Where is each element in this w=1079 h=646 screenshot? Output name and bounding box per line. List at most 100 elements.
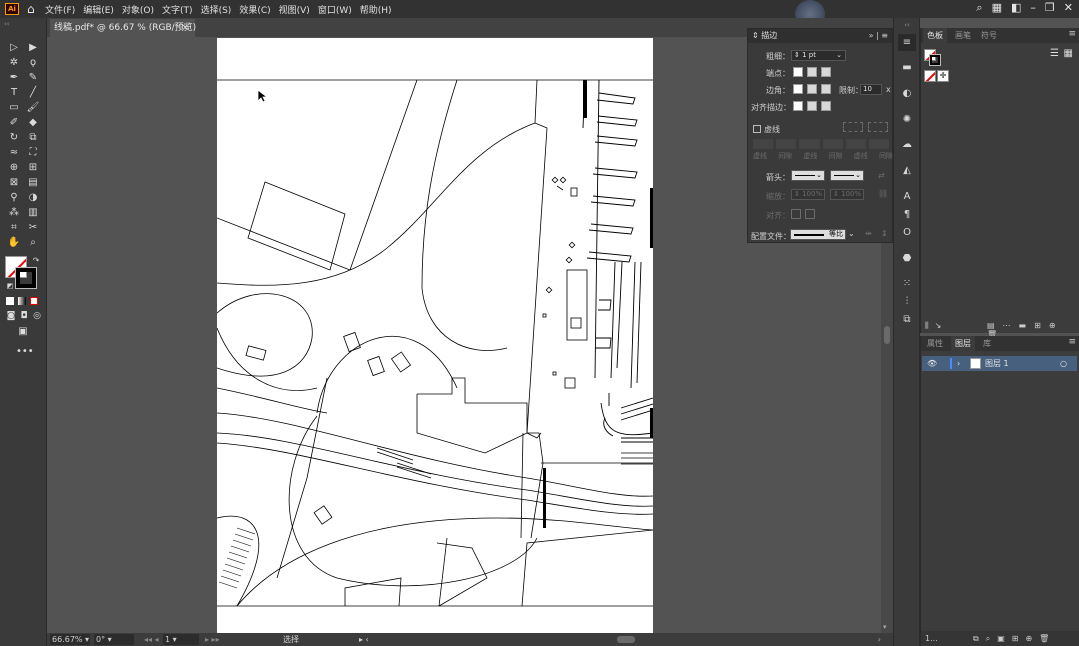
swatches-menu-icon[interactable]: ≡: [1068, 29, 1076, 39]
horizontal-scroll-thumb[interactable]: [617, 636, 635, 643]
bevel-join-button[interactable]: [821, 84, 831, 94]
swap-arrowheads-icon[interactable]: ⇄: [878, 171, 885, 180]
gap-field[interactable]: [776, 139, 797, 149]
status-menu-icon[interactable]: ▸ ‹: [359, 633, 369, 646]
page-field[interactable]: 1 ▾: [163, 634, 199, 645]
tab-libraries[interactable]: 库: [979, 336, 995, 351]
dash-field[interactable]: [799, 139, 820, 149]
opentype-icon[interactable]: O: [900, 227, 914, 239]
menu-object[interactable]: 对象(O): [118, 3, 158, 16]
perspective-grid-tool-icon[interactable]: ⊞: [26, 161, 40, 174]
limit-input[interactable]: 10: [860, 84, 882, 95]
weight-input[interactable]: ⇕ 1 pt ⌄: [791, 50, 846, 61]
dash-align-icon[interactable]: [868, 122, 888, 132]
hand-tool-icon[interactable]: ✋: [7, 236, 21, 249]
swatch-library-icon[interactable]: ⫼↘: [925, 321, 947, 331]
mesh-tool-icon[interactable]: ⊠: [7, 176, 21, 189]
transform-icon[interactable]: ⁙: [900, 278, 914, 290]
scale-tool-icon[interactable]: ⧉: [26, 131, 40, 144]
type-tool-icon[interactable]: T: [7, 86, 21, 99]
transparency-icon[interactable]: ◭: [900, 165, 914, 177]
dash-field[interactable]: [845, 139, 866, 149]
shape-builder-tool-icon[interactable]: ⊕: [7, 161, 21, 174]
gradient-mode-icon[interactable]: [18, 297, 26, 305]
dashed-line-checkbox[interactable]: [753, 125, 761, 133]
symbol-sprayer-tool-icon[interactable]: ⁂: [7, 206, 21, 219]
tab-properties[interactable]: 属性: [923, 336, 947, 351]
more-tools-icon[interactable]: •••: [16, 345, 34, 358]
menu-effect[interactable]: 效果(C): [235, 3, 274, 16]
round-cap-button[interactable]: [807, 67, 817, 77]
tab-swatches[interactable]: 色板: [923, 28, 947, 43]
target-circle-icon[interactable]: ○: [1060, 356, 1067, 371]
paragraph-icon[interactable]: ¶: [900, 209, 914, 221]
panel-menu-icon[interactable]: » | ≡: [869, 29, 888, 43]
pathfinder-icon[interactable]: ⧉: [900, 314, 914, 326]
layer-name[interactable]: 图层 1: [985, 356, 1009, 371]
layer-row[interactable]: 👁 › 图层 1 ○: [922, 356, 1077, 371]
end-arrowhead-select[interactable]: ⌄: [830, 170, 864, 181]
shaper-tool-icon[interactable]: ✐: [7, 116, 21, 129]
lasso-tool-icon[interactable]: ϙ: [26, 56, 40, 69]
grid-view-icon[interactable]: ▦: [1064, 48, 1073, 59]
paintbrush-tool-icon[interactable]: 🖌: [26, 101, 40, 114]
list-view-icon[interactable]: ☰: [1050, 48, 1059, 59]
home-icon[interactable]: ⌂: [27, 2, 41, 16]
column-graph-tool-icon[interactable]: ▥: [26, 206, 40, 219]
eyedropper-tool-icon[interactable]: ⚲: [7, 191, 21, 204]
registration-swatch[interactable]: ✛: [937, 70, 949, 82]
zoom-tool-icon[interactable]: ⌕: [26, 236, 40, 249]
artboard[interactable]: [217, 38, 653, 633]
close-icon[interactable]: ✕: [1064, 1, 1073, 15]
minimize-icon[interactable]: –: [1030, 1, 1036, 15]
menu-help[interactable]: 帮助(H): [356, 3, 396, 16]
end-scale-input[interactable]: ⇕ 100%: [830, 189, 864, 200]
align-inside-button[interactable]: [807, 101, 817, 111]
arrow-tip-place-button[interactable]: [805, 209, 815, 219]
menu-select[interactable]: 选择(S): [197, 3, 236, 16]
profile-dropdown-icon[interactable]: ⌄: [848, 229, 855, 238]
flip-horizontal-icon[interactable]: ⇹: [865, 229, 872, 238]
screen-mode-icon[interactable]: ▣: [16, 325, 30, 338]
none-mode-icon[interactable]: [30, 297, 38, 305]
eraser-tool-icon[interactable]: ◆: [26, 116, 40, 129]
visibility-eye-icon[interactable]: 👁: [927, 356, 937, 371]
curvature-tool-icon[interactable]: ✎: [26, 71, 40, 84]
dash-preserve-icon[interactable]: [843, 122, 863, 132]
miter-join-button[interactable]: [793, 84, 803, 94]
align-center-button[interactable]: [793, 101, 803, 111]
tab-layers[interactable]: 图层: [951, 336, 975, 351]
character-icon[interactable]: A: [900, 191, 914, 203]
start-arrowhead-select[interactable]: ⌄: [791, 170, 825, 181]
graphic-styles-icon[interactable]: ⬣: [900, 253, 914, 265]
tab-brushes[interactable]: 画笔: [951, 28, 975, 43]
collapse-panels-icon[interactable]: ‹‹: [900, 19, 914, 31]
slice-tool-icon[interactable]: ✂: [26, 221, 40, 234]
rectangle-tool-icon[interactable]: ▭: [7, 101, 21, 114]
restore-icon[interactable]: ❐: [1045, 1, 1055, 15]
none-swatch[interactable]: [924, 70, 936, 82]
first-page-icon[interactable]: ◂◂ ◂: [144, 633, 159, 646]
comments-icon[interactable]: ▬: [900, 62, 914, 74]
color-mode-icon[interactable]: [6, 297, 14, 305]
default-fill-stroke-icon[interactable]: ◩: [3, 280, 17, 293]
expand-chevron-icon[interactable]: ›: [957, 356, 960, 371]
magic-wand-tool-icon[interactable]: ✲: [7, 56, 21, 69]
butt-cap-button[interactable]: [793, 67, 803, 77]
selection-tool-icon[interactable]: ▷: [7, 41, 21, 54]
collapse-icon[interactable]: ‹‹: [4, 20, 10, 28]
draw-behind-icon[interactable]: ◘: [17, 310, 31, 323]
free-transform-tool-icon[interactable]: ⛶: [26, 146, 40, 159]
direct-selection-tool-icon[interactable]: ▶: [26, 41, 40, 54]
color-icon[interactable]: ✺: [900, 114, 914, 126]
align-icon[interactable]: ⫶: [900, 296, 914, 308]
align-outside-button[interactable]: [821, 101, 831, 111]
profile-select[interactable]: 等比: [790, 229, 846, 240]
rotation-field[interactable]: 0° ▾: [94, 634, 134, 645]
warp-tool-icon[interactable]: ≈: [7, 146, 21, 159]
gap-field[interactable]: [868, 139, 890, 149]
zoom-field[interactable]: 66.67% ▾: [50, 634, 90, 645]
dash-field[interactable]: [753, 139, 774, 149]
next-page-icon[interactable]: ▸ ▸▸: [205, 633, 220, 646]
arrange-documents-icon[interactable]: ▦: [992, 1, 1002, 15]
